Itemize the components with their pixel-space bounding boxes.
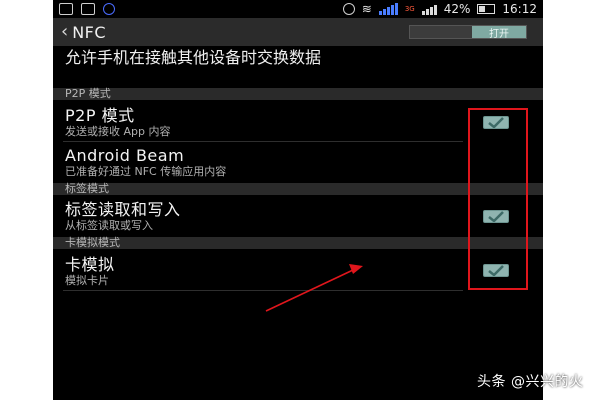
back-chevron-icon[interactable]: ‹ xyxy=(61,23,68,41)
row-divider xyxy=(63,141,463,142)
status-right-icons: ≋ 3G 42% 16:12 xyxy=(342,2,537,16)
list-item-subtitle: 已准备好通过 NFC 传输应用内容 xyxy=(65,165,227,178)
section-header-p2p: P2P 模式 xyxy=(53,88,543,100)
list-item-title: P2P 模式 xyxy=(65,106,135,125)
list-item-title: 标签读取和写入 xyxy=(65,200,181,219)
watermark-text: 头条 @兴兴的火 xyxy=(477,374,584,390)
status-bar: ≋ 3G 42% 16:12 xyxy=(53,0,543,18)
signal-bars-icon-2 xyxy=(421,3,437,15)
page-title: NFC xyxy=(72,22,107,42)
status-left-icons xyxy=(59,3,115,15)
wifi-icon: ≋ xyxy=(361,2,372,16)
list-item-android-beam[interactable]: Android Beam 已准备好通过 NFC 传输应用内容 xyxy=(65,146,475,178)
red-highlight-box xyxy=(468,108,528,290)
phone-screen: ≋ 3G 42% 16:12 ‹ NFC 打开 允许手机在接触其他设备时交换数据… xyxy=(53,0,543,400)
sms-icon xyxy=(59,3,73,15)
list-item-subtitle: 发送或接收 App 内容 xyxy=(65,125,171,138)
battery-percent: 42% xyxy=(443,2,471,16)
app-notification-icon xyxy=(103,3,115,15)
list-item-tag-read-write[interactable]: 标签读取和写入 从标签读取或写入 xyxy=(65,200,475,232)
list-item-title: 卡模拟 xyxy=(65,255,115,274)
nfc-master-toggle[interactable]: 打开 xyxy=(409,25,527,40)
list-item-card-emulation[interactable]: 卡模拟 模拟卡片 xyxy=(65,255,475,287)
signal-bars-icon xyxy=(378,3,398,15)
list-item-subtitle: 从标签读取或写入 xyxy=(65,219,153,232)
list-item-p2p-mode[interactable]: P2P 模式 发送或接收 App 内容 xyxy=(65,106,475,138)
toggle-on-label: 打开 xyxy=(472,26,526,40)
screenshot-stage: ≋ 3G 42% 16:12 ‹ NFC 打开 允许手机在接触其他设备时交换数据… xyxy=(0,0,600,400)
nfc-description: 允许手机在接触其他设备时交换数据 xyxy=(65,48,322,67)
battery-icon xyxy=(477,4,496,14)
alarm-icon xyxy=(342,3,355,15)
network-type-label: 3G xyxy=(404,5,415,13)
row-divider xyxy=(63,290,463,291)
photo-icon xyxy=(81,3,95,15)
clock-time: 16:12 xyxy=(502,2,537,16)
action-bar: ‹ NFC 打开 xyxy=(53,18,543,46)
list-item-title: Android Beam xyxy=(65,146,185,165)
list-item-subtitle: 模拟卡片 xyxy=(65,274,109,287)
